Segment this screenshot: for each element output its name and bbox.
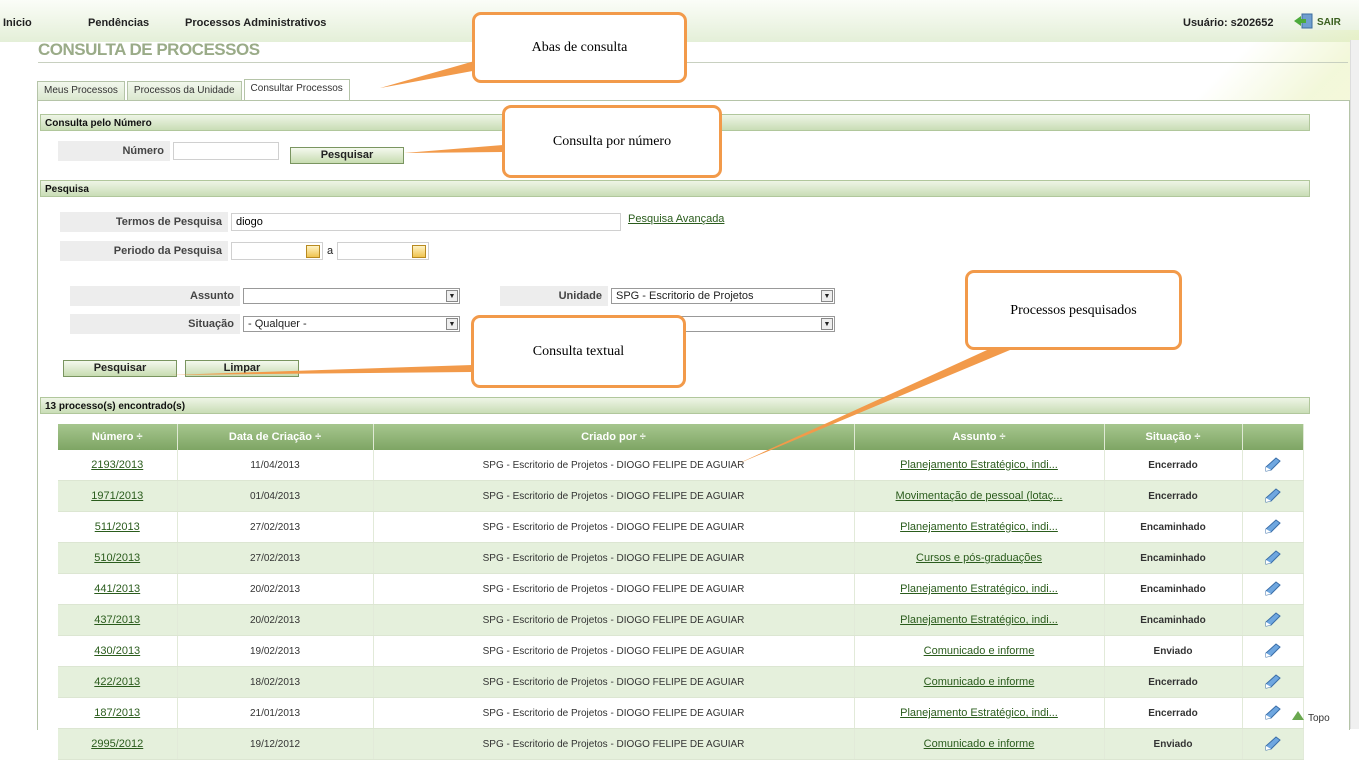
callout-abas: Abas de consulta	[472, 12, 687, 83]
numero-cell: 2995/2012	[58, 728, 178, 760]
numero-link[interactable]: 2995/2012	[91, 738, 143, 750]
callout-textual: Consulta textual	[471, 315, 686, 388]
table-row: 2995/2012 19/12/2012 SPG - Escritorio de P…	[58, 728, 1304, 760]
data-criacao-cell: 19/12/2012	[177, 728, 374, 760]
callout-processos: Processos pesquisados	[965, 270, 1182, 350]
assunto-cell: Comunicado e informe	[854, 728, 1105, 760]
actions-cell	[1242, 728, 1304, 760]
callout-numero: Consulta por número	[502, 105, 722, 178]
assunto-link[interactable]: Comunicado e informe	[924, 738, 1035, 750]
situacao-cell: Enviado	[1104, 728, 1243, 760]
criado-por-cell: SPG - Escritorio de Projetos - DIOGO FEL…	[373, 728, 855, 760]
edit-icon[interactable]	[1264, 735, 1282, 751]
